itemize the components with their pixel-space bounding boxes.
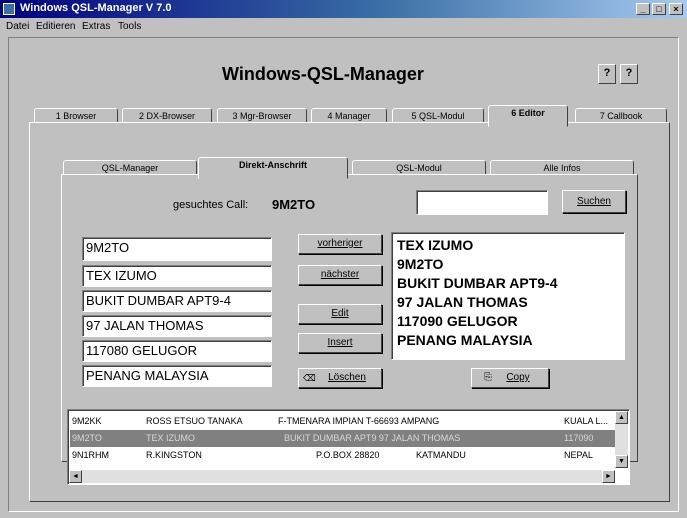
address-line: TEX IZUMO [397, 237, 474, 253]
delete-button[interactable]: ⌫ Löschen [298, 368, 382, 388]
row-address: F-TMENARA IMPIAN T-66693 AMPANG [278, 416, 440, 426]
address-line: 9M2TO [397, 256, 444, 272]
table-row[interactable]: 9N1RHM R.KINGSTON P.O.BOX 28820 KATMANDU… [70, 447, 616, 464]
previous-button[interactable]: vorheriger [298, 234, 382, 254]
subtab-direkt-anschrift[interactable]: Direkt-Anschrift [198, 157, 348, 179]
app-heading: Windows-QSL-Manager [222, 64, 424, 84]
address-preview: TEX IZUMO 9M2TO BUKIT DUMBAR APT9-4 97 J… [391, 232, 625, 360]
address-line: 97 JALAN THOMAS [397, 294, 528, 310]
address-line: BUKIT DUMBAR APT9-4 [397, 275, 558, 291]
table-row[interactable]: 9M2TO TEX IZUMO BUKIT DUMBAR APT9 97 JAL… [70, 430, 616, 447]
menu-editieren[interactable]: Editieren [36, 21, 75, 32]
scroll-down-icon[interactable]: ▼ [615, 455, 628, 468]
row-name: TEX IZUMO [146, 433, 195, 443]
row-name: ROSS ETSUO TANAKA [146, 416, 243, 426]
next-button[interactable]: nächster [298, 265, 382, 285]
name-field[interactable]: TEX IZUMO [82, 265, 272, 287]
copy-button[interactable]: ⎘ Copy [471, 368, 549, 388]
maximize-button[interactable]: □ [652, 3, 666, 15]
copy-icon: ⎘ [484, 372, 492, 383]
address-line: PENANG MALAYSIA [397, 332, 533, 348]
delete-button-label: Löschen [328, 372, 366, 383]
row-city: KUALA L... [564, 416, 609, 426]
dx-icon[interactable]: ? [598, 64, 616, 84]
results-list: 9M2KK ROSS ETSUO TANAKA F-TMENARA IMPIAN… [67, 409, 630, 485]
menu-datei[interactable]: Datei [6, 21, 29, 32]
row-call: 9M2TO [72, 433, 102, 443]
search-label: gesuchtes Call: [173, 199, 249, 211]
row-city: NEPAL [564, 450, 593, 460]
country-field[interactable]: PENANG MALAYSIA [82, 365, 272, 387]
searched-call: 9M2TO [272, 197, 316, 212]
table-row[interactable]: 9M2KK ROSS ETSUO TANAKA F-TMENARA IMPIAN… [70, 413, 616, 430]
close-button[interactable]: × [669, 3, 683, 15]
zip-city-field[interactable]: 117080 GELUGOR [82, 340, 272, 362]
row-city: 117090 [564, 433, 594, 443]
menu-bar: Datei Editieren Extras Tools [0, 18, 687, 37]
scroll-up-icon[interactable]: ▲ [615, 411, 628, 424]
insert-button[interactable]: Insert [298, 333, 382, 353]
row-address: P.O.BOX 28820 [316, 450, 380, 460]
minimize-button[interactable]: _ [636, 3, 650, 15]
row-name: R.KINGSTON [146, 450, 202, 460]
row-city2: KATMANDU [416, 450, 466, 460]
tab-editor[interactable]: 6 Editor [488, 105, 568, 127]
call-search-input[interactable] [416, 190, 548, 215]
copy-button-label: Copy [506, 372, 530, 383]
address-line: 117090 GELUGOR [397, 313, 518, 329]
menu-tools[interactable]: Tools [118, 21, 141, 32]
delete-icon: ⌫ [303, 373, 316, 383]
vertical-scrollbar[interactable]: ▲ ▼ [615, 411, 628, 468]
street-field[interactable]: BUKIT DUMBAR APT9-4 [82, 290, 272, 312]
help-icon[interactable]: ? [620, 64, 638, 84]
search-button[interactable]: Suchen [562, 190, 626, 213]
edit-button[interactable]: Edit [298, 304, 382, 324]
scroll-left-icon[interactable]: ◄ [69, 470, 82, 483]
app-icon[interactable] [3, 3, 15, 15]
title-bar: Windows QSL-Manager V 7.0 _ □ × [0, 0, 687, 18]
row-call: 9N1RHM [72, 450, 110, 460]
horizontal-scrollbar[interactable]: ◄ ► [69, 470, 615, 483]
menu-extras[interactable]: Extras [82, 21, 110, 32]
call-field[interactable]: 9M2TO [82, 237, 272, 261]
window-title: Windows QSL-Manager V 7.0 [20, 2, 172, 14]
row-address: BUKIT DUMBAR APT9 97 JALAN THOMAS [284, 433, 461, 443]
row-call: 9M2KK [72, 416, 102, 426]
address2-field[interactable]: 97 JALAN THOMAS [82, 315, 272, 337]
scroll-right-icon[interactable]: ► [602, 470, 615, 483]
